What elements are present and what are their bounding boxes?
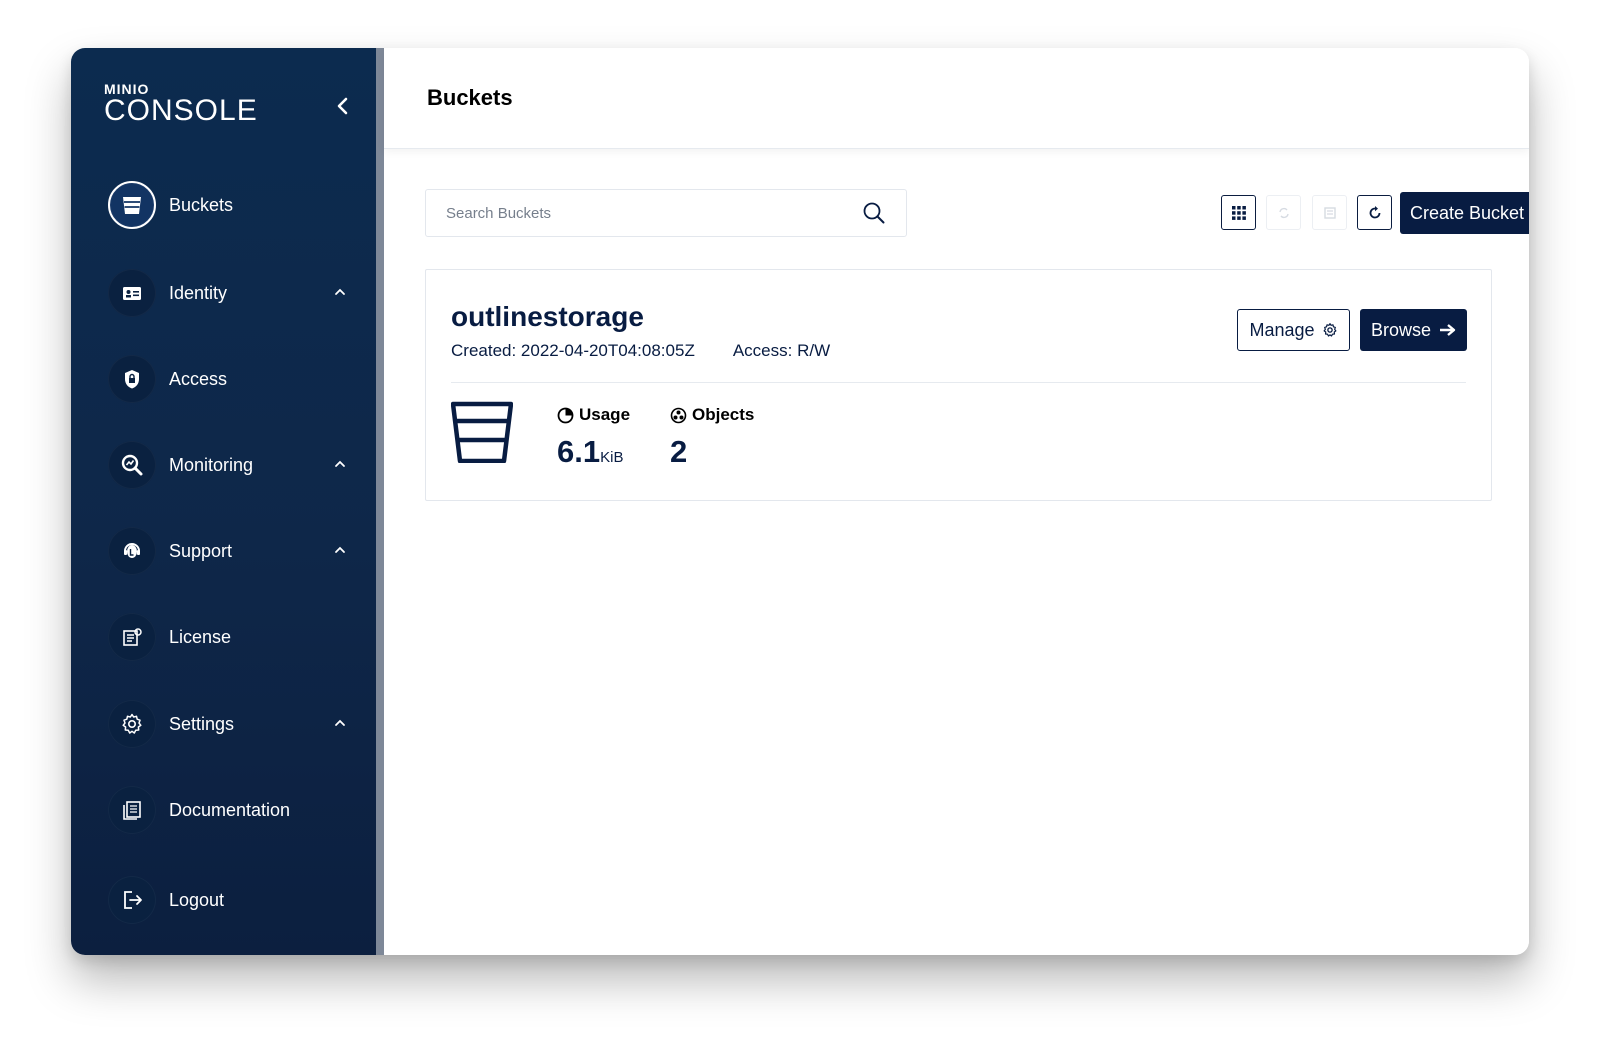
objects-value: 2 <box>670 434 688 469</box>
sidebar-item-documentation[interactable]: Documentation <box>108 785 348 835</box>
chevron-up-icon[interactable] <box>332 542 348 558</box>
sidebar-item-label: Access <box>169 368 228 389</box>
sidebar-item-identity[interactable]: Identity <box>108 268 348 318</box>
usage-value: 6.1 <box>557 434 601 469</box>
sidebar-item-label: Support <box>169 540 233 561</box>
sidebar-item-license[interactable]: License <box>108 612 348 662</box>
chevron-up-icon[interactable] <box>332 715 348 731</box>
refresh-button[interactable] <box>1357 195 1392 230</box>
bucket-icon <box>108 181 156 229</box>
sidebar-item-support[interactable]: Support <box>108 526 348 576</box>
bucket-meta: Created: 2022-04-20T04:08:05Z Access: R/… <box>451 341 830 361</box>
create-bucket-label: Create Bucket <box>1409 202 1525 223</box>
magnifier-chart-icon <box>108 441 156 489</box>
sidebar: MINIO CONSOLE Buckets Identity Access Mo… <box>71 48 376 955</box>
chevron-left-icon <box>337 97 348 115</box>
chevron-up-icon[interactable] <box>332 456 348 472</box>
browse-label: Browse <box>1370 319 1432 340</box>
replication-icon <box>1278 207 1289 218</box>
page-header: Buckets <box>384 48 1529 149</box>
objects-stat: Objects 2 <box>670 405 754 470</box>
lock-shield-icon <box>108 355 156 403</box>
lifecycle-button[interactable] <box>1312 195 1347 230</box>
objects-label-row: Objects <box>670 405 754 425</box>
app-window: MINIO CONSOLE Buckets Identity Access Mo… <box>71 48 1529 955</box>
bucket-icon <box>451 401 513 463</box>
sidebar-item-label: Monitoring <box>169 454 254 475</box>
replication-button[interactable] <box>1266 195 1301 230</box>
bucket-card[interactable]: outlinestorage Created: 2022-04-20T04:08… <box>425 269 1492 501</box>
usage-stat: Usage 6.1KiB <box>557 405 630 470</box>
sidebar-item-monitoring[interactable]: Monitoring <box>108 440 348 490</box>
search-box[interactable] <box>425 189 907 237</box>
grid-icon <box>1231 205 1246 220</box>
id-card-icon <box>108 269 156 317</box>
usage-label-row: Usage <box>557 405 630 425</box>
sidebar-item-label: Buckets <box>169 194 234 215</box>
logo-big-text: CONSOLE <box>104 94 258 127</box>
gear-icon <box>1323 323 1336 337</box>
usage-label: Usage <box>579 405 631 424</box>
create-bucket-button[interactable]: Create Bucket <box>1400 192 1529 234</box>
sidebar-item-label: Identity <box>169 282 228 303</box>
sidebar-item-label: Documentation <box>169 799 291 820</box>
page-title: Buckets <box>427 85 513 110</box>
sidebar-scrollbar[interactable] <box>376 48 384 955</box>
chevron-up-icon[interactable] <box>332 284 348 300</box>
browse-button[interactable]: Browse <box>1360 309 1467 351</box>
lifecycle-icon <box>1323 206 1336 219</box>
arrow-right-icon <box>1440 324 1456 336</box>
logout-icon <box>108 876 156 924</box>
minio-console-logo[interactable]: MINIO CONSOLE <box>104 82 258 126</box>
usage-unit: KiB <box>600 449 624 466</box>
bucket-created: Created: 2022-04-20T04:08:05Z <box>451 341 695 360</box>
grid-view-button[interactable] <box>1221 195 1256 230</box>
bucket-access: Access: R/W <box>732 341 831 360</box>
support-agent-icon <box>108 527 156 575</box>
sidebar-item-label: License <box>169 626 232 647</box>
collapse-sidebar-button[interactable] <box>331 94 355 118</box>
objects-icon <box>670 407 687 423</box>
bucket-name[interactable]: outlinestorage <box>451 301 644 333</box>
objects-label: Objects <box>692 405 755 424</box>
card-divider <box>451 382 1466 383</box>
manage-label: Manage <box>1249 319 1315 340</box>
sidebar-item-label: Logout <box>169 889 225 910</box>
main-content: Buckets Create Bucket outlinest <box>384 48 1529 955</box>
usage-value-row: 6.1KiB <box>557 434 630 470</box>
pie-chart-icon <box>557 407 574 423</box>
sidebar-item-logout[interactable]: Logout <box>108 875 348 925</box>
refresh-icon <box>1369 205 1380 218</box>
license-document-icon <box>108 613 156 661</box>
gear-icon <box>108 700 156 748</box>
search-input[interactable] <box>426 204 862 222</box>
sidebar-item-access[interactable]: Access <box>108 354 348 404</box>
sidebar-item-settings[interactable]: Settings <box>108 699 348 749</box>
documentation-icon <box>108 786 156 834</box>
sidebar-item-label: Settings <box>169 713 235 734</box>
sidebar-item-buckets[interactable]: Buckets <box>108 180 348 230</box>
search-icon[interactable] <box>862 201 886 225</box>
manage-button[interactable]: Manage <box>1237 309 1350 351</box>
